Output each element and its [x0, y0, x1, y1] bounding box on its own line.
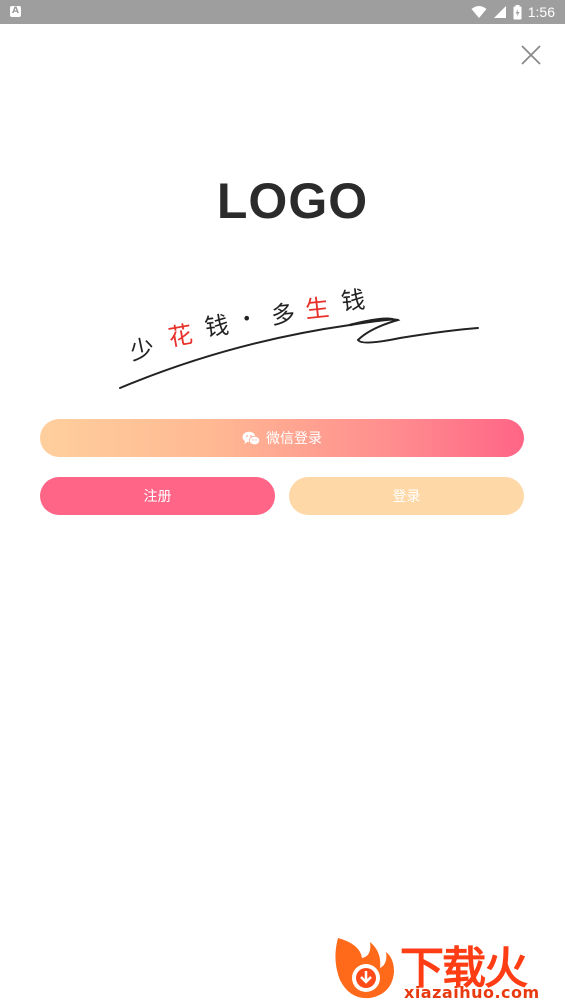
slogan-char-3: 钱: [203, 311, 231, 342]
slogan-char-4: •: [242, 309, 251, 328]
slogan-handwriting: 少 花 钱 • 多 生 钱: [119, 286, 479, 389]
watermark: 下载火 xiazaihuo.com: [330, 928, 560, 1005]
flame-logo-icon: [335, 938, 394, 999]
watermark-url: xiazaihuo.com: [404, 983, 540, 1002]
battery-charging-icon: [513, 4, 522, 19]
slogan-char-2: 花: [166, 320, 194, 352]
status-bar: A 1:56: [0, 0, 565, 24]
slogan-char-6: 生: [304, 294, 331, 324]
wechat-login-label: 微信登录: [266, 431, 322, 447]
status-time: 1:56: [527, 4, 555, 20]
slogan-char-7: 钱: [340, 286, 367, 316]
slogan-char-5: 多: [270, 300, 297, 330]
slogan-char-1: 少: [127, 333, 156, 365]
wifi-icon: [471, 6, 487, 18]
logo: LOGO: [216, 173, 369, 229]
wechat-login-button[interactable]: 微信登录: [40, 419, 524, 457]
register-button[interactable]: 注册: [40, 477, 275, 515]
close-icon: [521, 45, 541, 65]
login-button[interactable]: 登录: [289, 477, 524, 515]
login-label: 登录: [392, 489, 421, 505]
notification-icon: A: [10, 6, 21, 17]
close-button[interactable]: [516, 40, 546, 70]
register-label: 注册: [143, 489, 172, 505]
status-icons: 1:56: [471, 0, 555, 24]
wechat-icon: [242, 431, 260, 445]
signal-icon: [493, 6, 506, 18]
